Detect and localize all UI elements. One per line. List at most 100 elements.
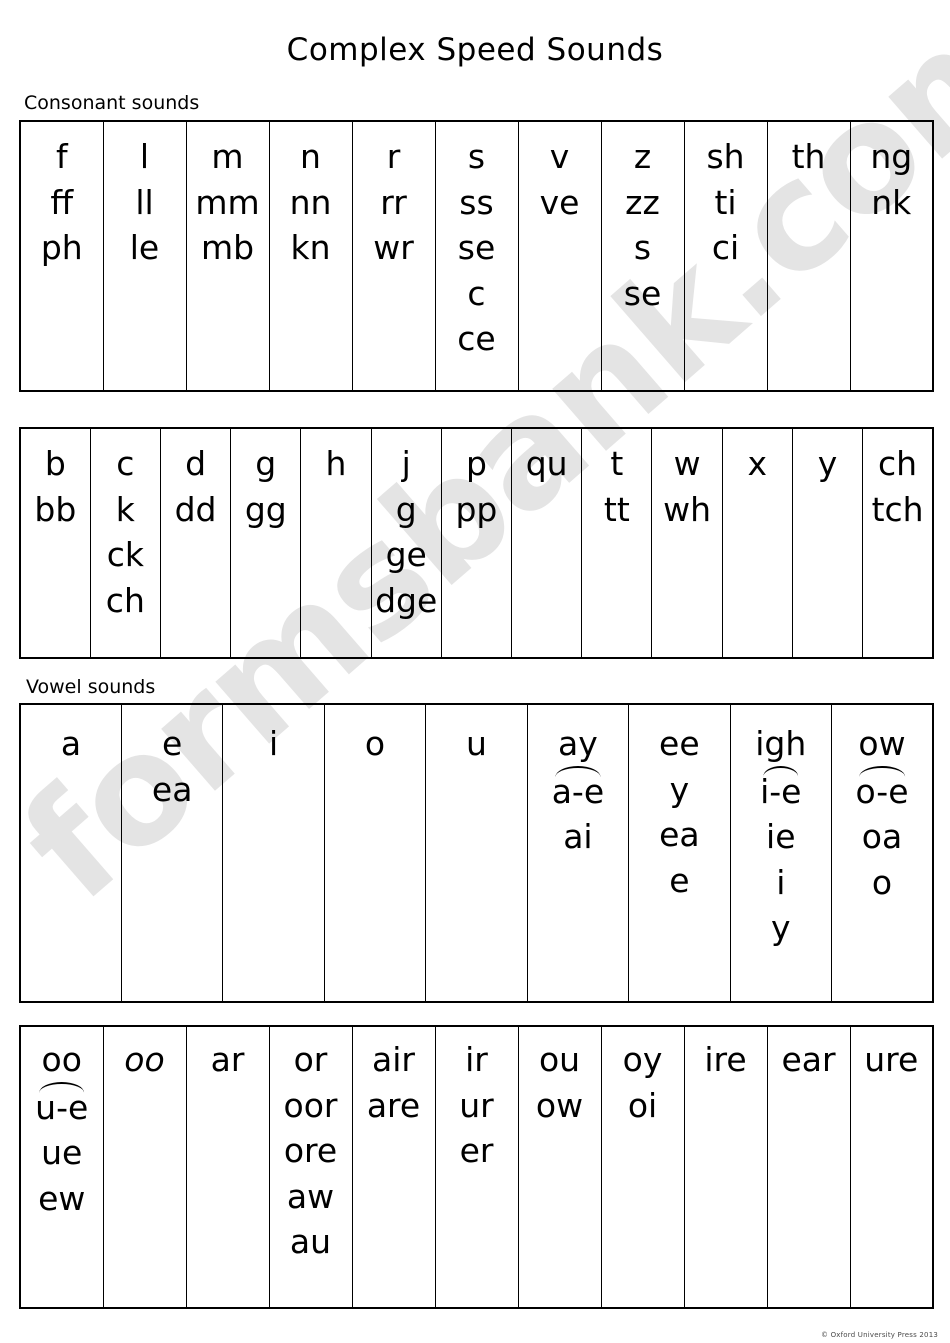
grapheme: o [871, 862, 893, 902]
grapheme: are [366, 1085, 421, 1125]
grapheme-text: u-e [35, 1087, 89, 1127]
grapheme: nk [871, 182, 912, 222]
sound-column-inner: c k ck ch [91, 429, 160, 657]
grapheme: i [776, 862, 786, 902]
grapheme: g [395, 489, 417, 529]
sound-column-inner: qu [512, 429, 581, 657]
grapheme: v [549, 137, 570, 176]
grapheme: ay [558, 724, 598, 763]
grapheme: o [364, 724, 386, 763]
vowel-sounds-table-2: oo u-e ue ew oo ar or oor ore aw au air are ir ur er ou o… [19, 1025, 934, 1309]
grapheme: s [467, 137, 486, 176]
grapheme: ue [41, 1133, 83, 1173]
grapheme: er [459, 1131, 494, 1171]
grapheme: bb [34, 489, 77, 529]
sound-column: or oor ore aw au [268, 1026, 353, 1308]
grapheme: ll [135, 182, 154, 222]
grapheme: kn [290, 228, 331, 268]
sound-column-inner: ear [768, 1027, 850, 1307]
grapheme: ear [781, 1040, 836, 1079]
sound-column-inner: ou ow [519, 1027, 601, 1307]
sound-column-inner: y [793, 429, 862, 657]
grapheme-text: i-e [760, 771, 802, 811]
split-digraph-arc [38, 1081, 85, 1093]
sound-column: ng nk [849, 121, 933, 391]
sound-column: y [791, 428, 864, 658]
split-digraph-arc [859, 765, 905, 777]
worksheet-page: Complex Speed Sounds Consonant sounds ff… [0, 0, 950, 1343]
grapheme: k [115, 489, 135, 529]
sound-column-inner: w wh [652, 429, 721, 657]
sound-column: x [721, 428, 793, 658]
grapheme: t [610, 444, 624, 483]
sound-column-inner: igh i-e ie i y [731, 705, 831, 1001]
grapheme: ow [858, 724, 906, 763]
sound-column-inner: z zz s se [602, 122, 684, 390]
grapheme: mm [195, 182, 260, 222]
grapheme: ti [714, 182, 737, 222]
vowel-table-1-wrap: a e ea i o u ay a-e ai ee y ea e igh i-e ie i y ow o-e oa o [19, 703, 934, 1003]
grapheme: gg [244, 489, 287, 529]
grapheme: b [44, 444, 66, 483]
grapheme: aw [286, 1176, 335, 1216]
grapheme-text: o-e [855, 771, 909, 811]
grapheme: igh [755, 724, 807, 763]
sound-column: o [323, 704, 427, 1002]
sound-column: ou ow [517, 1026, 602, 1308]
sound-column-inner: ire [685, 1027, 767, 1307]
sound-column-inner: n nn kn [270, 122, 352, 390]
sound-column: g gg [230, 428, 302, 658]
sound-column-inner: ng nk [851, 122, 933, 390]
sound-column: s ss se c ce [434, 121, 519, 391]
sound-column-inner: d dd [161, 429, 230, 657]
sound-column: e ea [120, 704, 224, 1002]
sound-column: r rr wr [351, 121, 436, 391]
grapheme: mb [200, 228, 255, 268]
grapheme: qu [525, 444, 568, 483]
grapheme: y [771, 908, 791, 948]
grapheme: ng [870, 137, 913, 176]
grapheme: ie [766, 817, 796, 857]
sound-column-inner: h [301, 429, 370, 657]
grapheme: d [185, 444, 207, 483]
grapheme: wr [373, 228, 414, 268]
grapheme: p [465, 444, 487, 483]
sound-column-inner: g gg [231, 429, 300, 657]
sound-column: ar [185, 1026, 270, 1308]
sound-column: ire [683, 1026, 768, 1308]
sound-column-inner: ch tch [863, 429, 932, 657]
sound-column: h [300, 428, 372, 658]
sound-column: t tt [581, 428, 653, 658]
grapheme: tch [871, 489, 924, 529]
grapheme: y [817, 444, 838, 483]
grapheme: le [129, 228, 160, 268]
sound-column: ch tch [862, 428, 933, 658]
grapheme: ch [105, 580, 145, 620]
grapheme: r [386, 137, 401, 176]
sound-column: oo [102, 1026, 187, 1308]
sound-column: ay a-e ai [526, 704, 630, 1002]
sound-column-inner: f ff ph [21, 122, 103, 390]
grapheme: e [162, 724, 183, 763]
grapheme: a [60, 724, 82, 763]
vowel-sounds-table-1: a e ea i o u ay a-e ai ee y ea e igh i-e ie i y ow o-e oa o [19, 703, 934, 1003]
sound-column-inner: v ve [519, 122, 601, 390]
sound-column: z zz s se [600, 121, 685, 391]
grapheme: air [372, 1040, 415, 1079]
sound-column: i [222, 704, 325, 1002]
grapheme: oo [41, 1040, 82, 1079]
sound-column-inner: ir ur er [436, 1027, 518, 1307]
grapheme: dge [375, 580, 438, 620]
grapheme: se [623, 273, 662, 313]
page-title: Complex Speed Sounds [286, 32, 664, 68]
sound-column: c k ck ch [89, 428, 161, 658]
grapheme: or [293, 1040, 328, 1079]
split-digraph-arc [762, 765, 799, 777]
sound-column-inner: oo [104, 1027, 186, 1307]
grapheme: ce [457, 319, 496, 359]
grapheme: wh [663, 489, 712, 529]
sound-column: a [20, 704, 122, 1002]
grapheme: ck [106, 535, 144, 575]
grapheme: ph [40, 228, 83, 268]
sound-column-inner: i [223, 705, 323, 1001]
